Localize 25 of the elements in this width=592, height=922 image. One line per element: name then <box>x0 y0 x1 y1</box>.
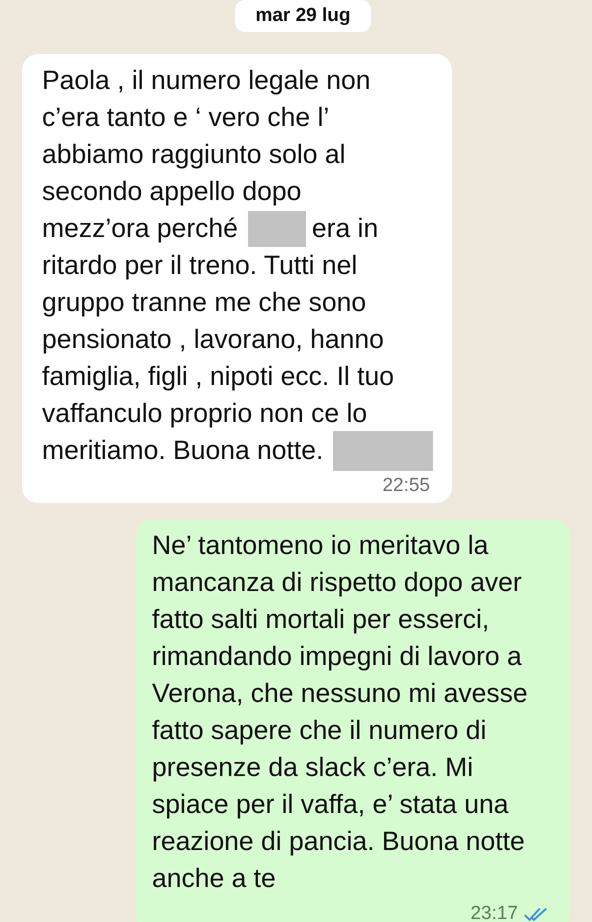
message-text: abbiamo raggiunto solo al <box>42 138 346 171</box>
message-text: mezz’ora perché <box>42 212 238 245</box>
message-text: fatto sapere che il numero di <box>152 714 486 747</box>
message-text: meritiamo. Buona notte. <box>42 434 324 467</box>
message-time: 22:55 <box>382 475 430 497</box>
message-text: spiace per il vaffa, e’ stata una <box>152 788 508 821</box>
date-label: mar 29 lug <box>235 0 371 32</box>
message-text: mancanza di rispetto dopo aver <box>152 566 522 599</box>
message-time: 23:17 <box>470 903 518 922</box>
message-text: rimandando impegni di lavoro a <box>152 640 522 673</box>
message-text: secondo appello dopo <box>42 175 302 208</box>
message-text: famiglia, figli , nipoti ecc. Il tuo <box>42 360 394 393</box>
message-text: ritardo per il treno. Tutti nel <box>42 249 358 282</box>
message-text: c’era tanto e ‘ vero che l’ <box>42 101 330 134</box>
message-text: gruppo tranne me che sono <box>42 286 366 319</box>
message-text: Verona, che nessuno mi avesse <box>152 677 528 710</box>
message-text: reazione di pancia. Buona notte <box>152 825 525 858</box>
message-text: Paola , il numero legale non <box>42 64 371 97</box>
message-text: vaffanculo proprio non ce lo <box>42 397 368 430</box>
message-text: Ne’ tantomeno io meritavo la <box>152 529 488 562</box>
message-text: pensionato , lavorano, hanno <box>42 323 384 356</box>
message-text: era in <box>312 212 378 245</box>
message-text: anche a te <box>152 862 276 895</box>
message-text: presenze da slack c’era. Mi <box>152 751 474 784</box>
message-text: fatto salti mortali per esserci, <box>152 603 490 636</box>
